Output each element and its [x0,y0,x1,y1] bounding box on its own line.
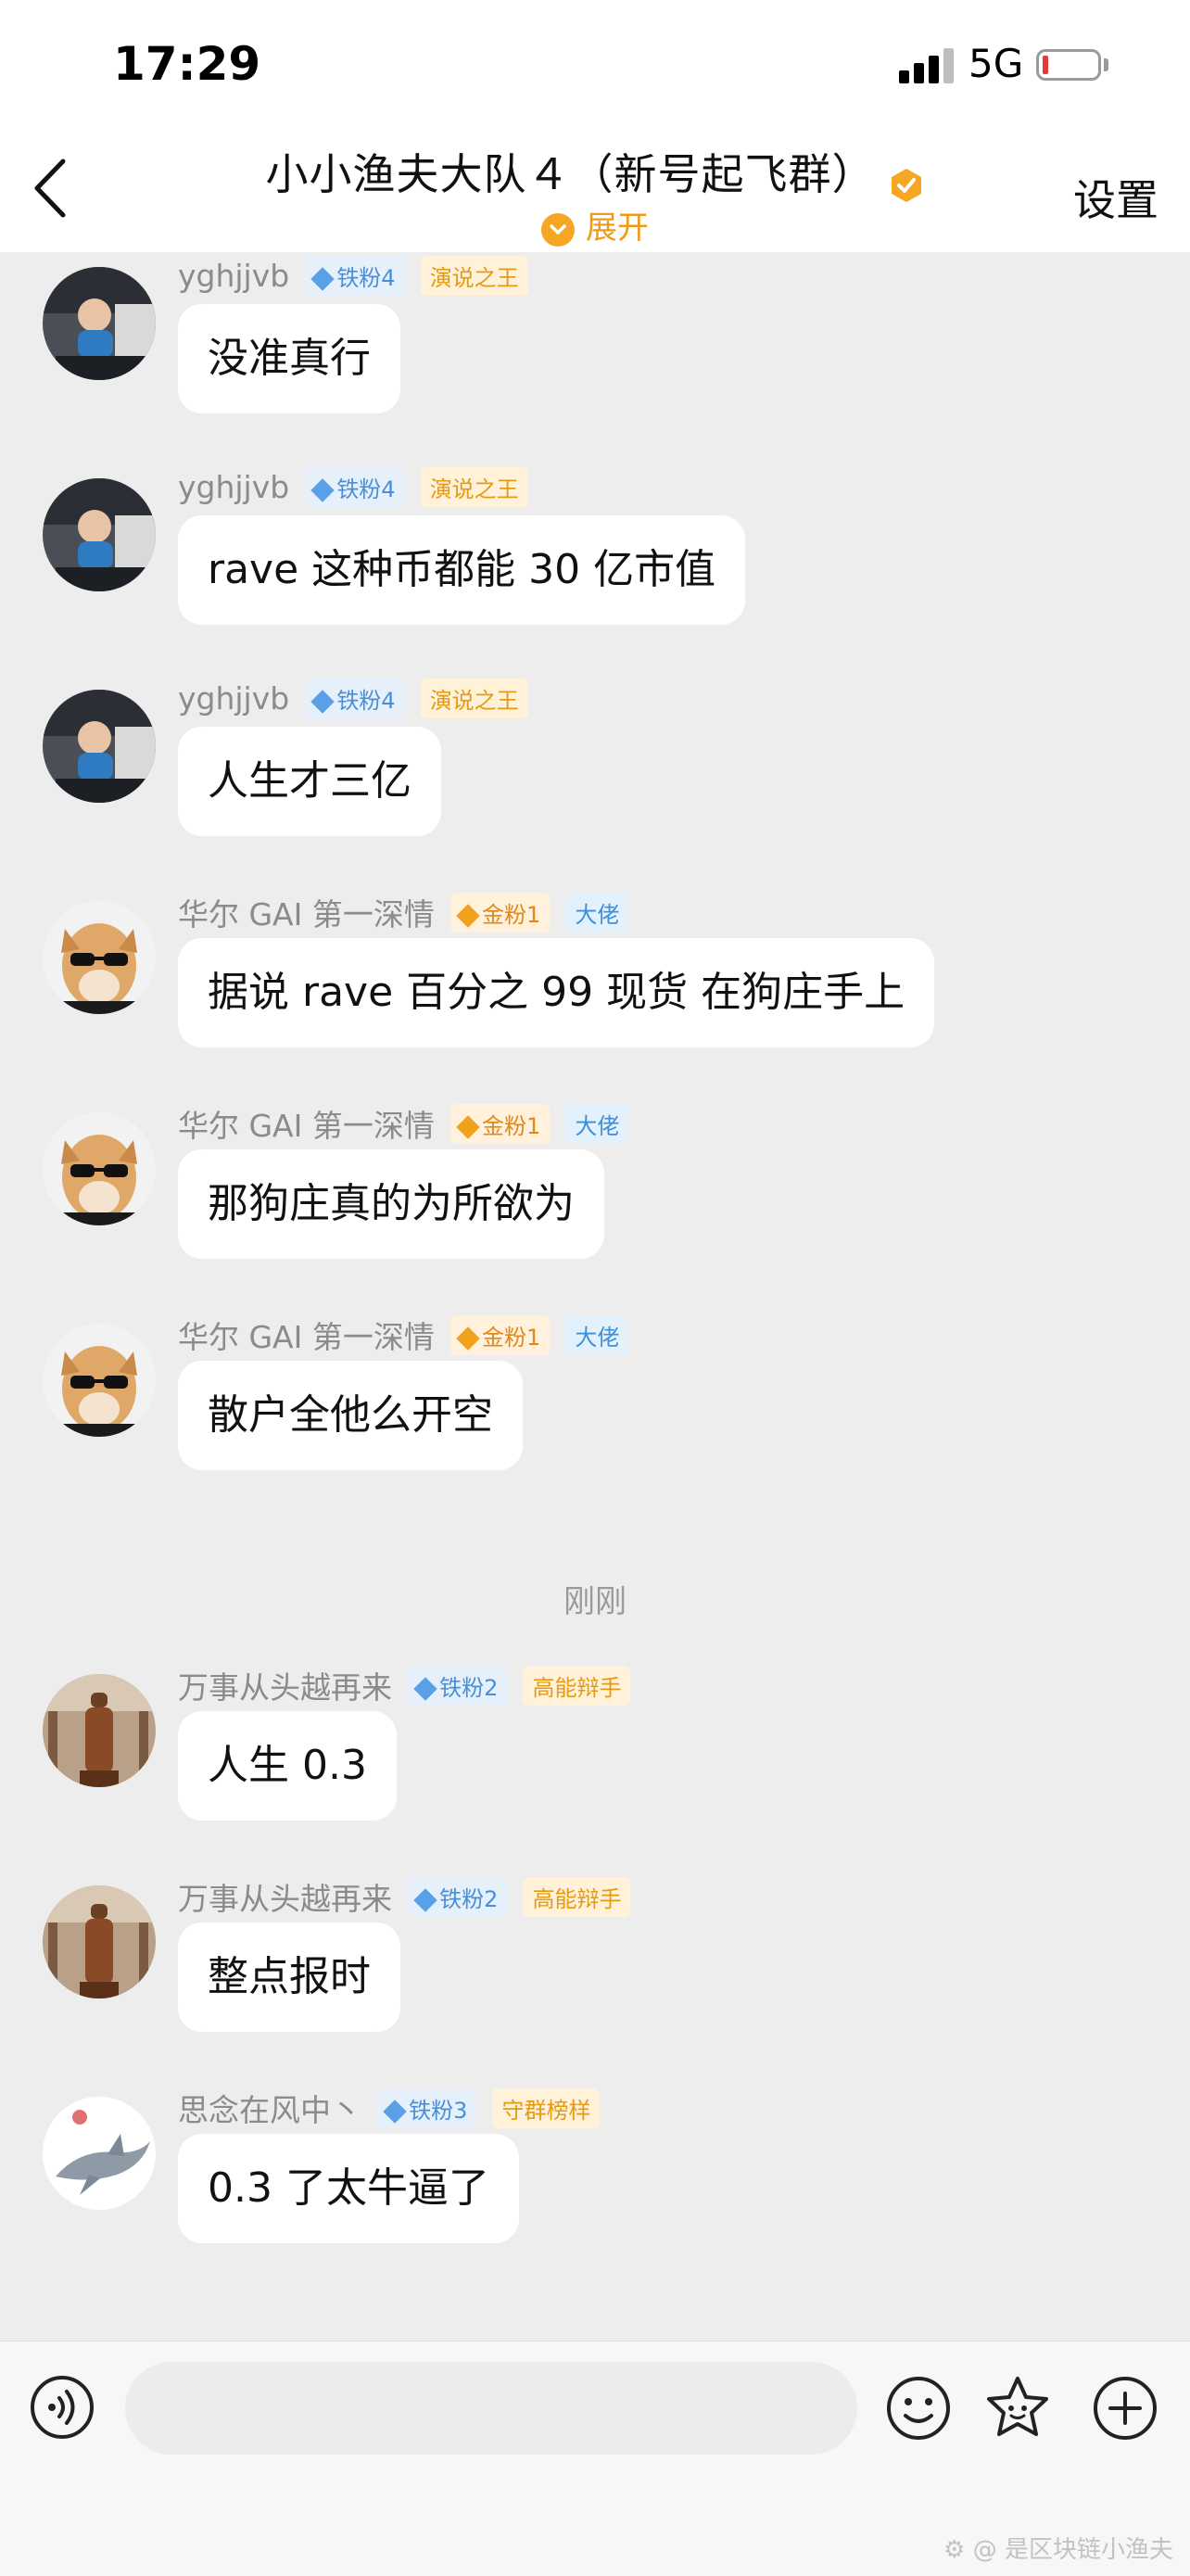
fan-level-label: 金粉1 [481,1324,541,1351]
sender-name[interactable]: yghjjvb [178,469,289,505]
message-bubble[interactable]: rave 这种币都能 30 亿市值 [178,515,746,625]
voice-icon[interactable] [30,2375,95,2440]
fan-level-label: 铁粉2 [439,1885,499,1912]
avatar[interactable] [43,1324,156,1437]
signal-icon [899,46,955,83]
watermark: ⚙ @ 是区块链小渔夫 [943,2536,1173,2564]
diamond-icon [383,2099,407,2124]
battery-icon [1036,49,1101,81]
emoji-icon[interactable] [885,2375,952,2442]
avatar[interactable] [43,478,156,591]
message-bubble[interactable]: 0.3 了太牛逼了 [178,2134,519,2243]
fan-level-label: 铁粉4 [336,476,396,502]
avatar[interactable] [43,2097,156,2210]
title-badge: 大佬 [565,1103,629,1144]
verified-badge-icon [891,168,921,202]
sender-name[interactable]: yghjjvb [178,258,289,294]
avatar[interactable] [43,901,156,1014]
watermark-text: 是区块链小渔夫 [1004,2536,1173,2564]
sticker-icon[interactable] [982,2373,1053,2443]
fan-level-badge: 铁粉2 [408,1876,508,1917]
avatar[interactable] [43,1112,156,1225]
message-bubble[interactable]: 人生才三亿 [178,727,441,836]
fan-level-label: 金粉1 [481,901,541,928]
chat-header: 小小渔夫大队４（新号起飞群） 展开 设置 [0,130,1190,252]
title-badge: 大佬 [565,1314,629,1355]
fan-level-badge: 铁粉4 [305,256,405,296]
crown-icon [456,1114,480,1139]
battery-tip [1104,58,1108,71]
fan-level-badge: 铁粉2 [408,1665,508,1706]
fan-level-label: 铁粉2 [439,1674,499,1701]
title-badge: 演说之王 [420,256,528,296]
network-type: 5G [968,41,1024,86]
expand-label: 展开 [586,209,649,247]
chevron-down-icon [541,212,575,247]
input-bar: ⚙ @ 是区块链小渔夫 [0,2341,1190,2576]
message-bubble[interactable]: 那狗庄真的为所欲为 [178,1149,604,1259]
group-title-text: 小小渔夫大队４（新号起飞群） [265,149,876,199]
sender-name[interactable]: 思念在风中丶 [178,2092,361,2128]
avatar[interactable] [43,1674,156,1787]
fan-level-label: 铁粉4 [336,265,396,291]
message-bubble[interactable]: 人生 0.3 [178,1711,397,1821]
avatar[interactable] [43,1885,156,1999]
title-badge: 高能辩手 [523,1665,631,1706]
sender-name[interactable]: 万事从头越再来 [178,1881,392,1917]
fan-level-label: 铁粉3 [409,2097,468,2124]
status-bar: 17:29 5G [0,0,1190,130]
sender-name[interactable]: 华尔 GAI 第一深情 [178,896,435,933]
diamond-icon [310,690,335,714]
fan-level-label: 金粉1 [481,1112,541,1139]
time-divider: 刚刚 [563,1583,627,1620]
message-bubble[interactable]: 整点报时 [178,1922,400,2032]
title-badge: 演说之王 [420,679,528,718]
avatar[interactable] [43,267,156,380]
message-bubble[interactable]: 散户全他么开空 [178,1361,523,1470]
sender-name[interactable]: 万事从头越再来 [178,1669,392,1706]
diamond-icon [413,1676,437,1701]
sender-name[interactable]: yghjjvb [178,680,289,717]
diamond-icon [413,1887,437,1912]
crown-icon [456,903,480,928]
fan-level-badge: 铁粉3 [377,2087,477,2128]
fan-level-badge: 铁粉4 [305,679,405,718]
sender-name[interactable]: 华尔 GAI 第一深情 [178,1108,435,1144]
fan-level-label: 铁粉4 [336,688,396,714]
crown-icon [456,1326,480,1351]
sender-name[interactable]: 华尔 GAI 第一深情 [178,1319,435,1355]
fan-level-badge: 金粉1 [449,1103,551,1144]
title-badge: 高能辩手 [523,1876,631,1917]
status-time: 17:29 [113,37,261,91]
group-title[interactable]: 小小渔夫大队４（新号起飞群） [0,141,1190,204]
title-badge: 大佬 [565,892,629,933]
title-badge: 守群榜样 [492,2087,601,2128]
message-bubble[interactable]: 据说 rave 百分之 99 现货 在狗庄手上 [178,938,935,1047]
diamond-icon [310,478,335,502]
settings-button[interactable]: 设置 [1073,167,1158,228]
plus-icon[interactable] [1092,2375,1158,2442]
diamond-icon [310,267,335,291]
title-badge: 演说之王 [420,467,528,507]
message-bubble[interactable]: 没准真行 [178,304,400,413]
fan-level-badge: 金粉1 [449,892,551,933]
fan-level-badge: 铁粉4 [305,467,405,507]
avatar[interactable] [43,690,156,803]
message-input[interactable] [125,2362,857,2455]
expand-toggle[interactable]: 展开 [0,202,1190,247]
fan-level-badge: 金粉1 [449,1314,551,1355]
